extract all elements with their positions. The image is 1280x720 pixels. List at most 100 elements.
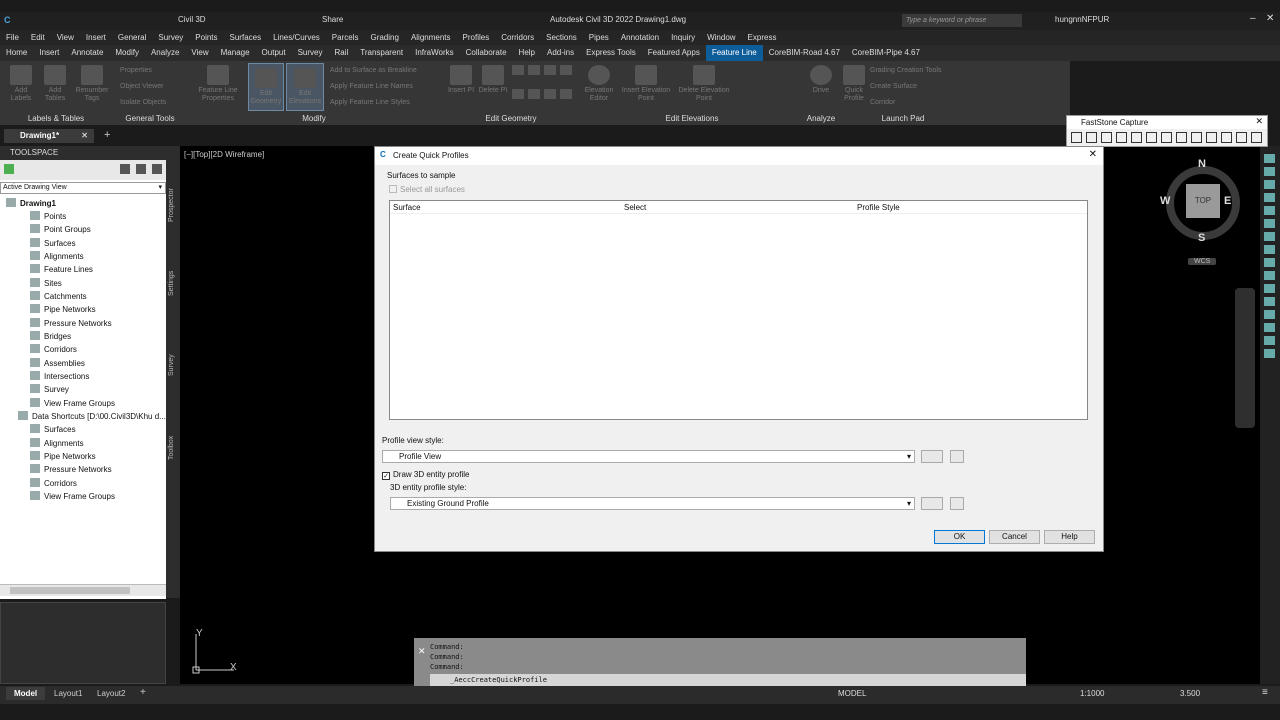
command-input[interactable]: _AeccCreateQuickProfile	[430, 674, 1026, 686]
tool-icon[interactable]	[1264, 154, 1275, 163]
properties-button[interactable]: Properties	[120, 63, 152, 78]
geometry-tool-icon[interactable]	[560, 89, 572, 99]
ok-button[interactable]: OK	[934, 530, 985, 544]
grading-creation-tools-button[interactable]: Grading Creation Tools	[870, 63, 941, 78]
col-surface[interactable]: Surface	[393, 203, 421, 212]
capture-tool-icon[interactable]	[1146, 132, 1157, 143]
capture-tool-icon[interactable]	[1116, 132, 1127, 143]
col-profile-style[interactable]: Profile Style	[857, 203, 900, 212]
tree-sites[interactable]: Sites	[30, 278, 62, 290]
capture-tool-icon[interactable]	[1221, 132, 1232, 143]
tool-icon[interactable]	[1264, 232, 1275, 241]
geometry-tool-icon[interactable]	[544, 89, 556, 99]
viewport-controls[interactable]: [−][Top][2D Wireframe]	[184, 150, 264, 159]
scrollbar-thumb[interactable]	[10, 587, 130, 594]
close-icon[interactable]: ✕	[1266, 13, 1274, 24]
menu-insert[interactable]: Insert	[80, 30, 112, 45]
menu-points[interactable]: Points	[189, 30, 223, 45]
workspace-selector[interactable]: Civil 3D	[178, 15, 206, 24]
tool-icon[interactable]	[1264, 349, 1275, 358]
tab-annotate[interactable]: Annotate	[65, 45, 109, 61]
capture-tool-icon[interactable]	[1236, 132, 1247, 143]
menu-grading[interactable]: Grading	[364, 30, 404, 45]
edit-elevations-button[interactable]: Edit Elevations	[286, 63, 324, 111]
app-logo-icon[interactable]: C	[4, 15, 11, 25]
tab-output[interactable]: Output	[256, 45, 292, 61]
menu-general[interactable]: General	[112, 30, 152, 45]
menu-lines-curves[interactable]: Lines/Curves	[267, 30, 326, 45]
cancel-button[interactable]: Cancel	[989, 530, 1040, 544]
menu-surfaces[interactable]: Surfaces	[224, 30, 268, 45]
menu-annotation[interactable]: Annotation	[615, 30, 665, 45]
drive-button[interactable]: Drive	[808, 65, 834, 95]
tool-icon[interactable]	[1264, 193, 1275, 202]
capture-tool-icon[interactable]	[1086, 132, 1097, 143]
tool-icon[interactable]	[1264, 180, 1275, 189]
pick-style-icon[interactable]	[950, 450, 964, 463]
tab-layout2[interactable]: Layout2	[97, 689, 125, 698]
tab-collaborate[interactable]: Collaborate	[460, 45, 513, 61]
new-tab-icon[interactable]: +	[104, 129, 110, 141]
geometry-tool-icon[interactable]	[512, 89, 524, 99]
add-labels-button[interactable]: Add Labels	[6, 65, 36, 103]
tab-corebim-pipe[interactable]: CoreBIM-Pipe 4.67	[846, 45, 926, 61]
tree-alignments[interactable]: Alignments	[30, 251, 84, 263]
compass-north[interactable]: N	[1198, 158, 1206, 170]
compass-south[interactable]: S	[1198, 232, 1205, 244]
tab-add-ins[interactable]: Add-ins	[541, 45, 580, 61]
panel-labels-tables[interactable]: Labels & Tables	[0, 113, 112, 125]
tab-survey-side[interactable]: Survey	[168, 354, 175, 376]
profile-view-style-dropdown[interactable]: Profile View ▾	[382, 450, 915, 463]
geometry-tool-icon[interactable]	[560, 65, 572, 75]
tree-point-groups[interactable]: Point Groups	[30, 224, 91, 236]
edit-entity-style-icon[interactable]	[921, 497, 943, 510]
panel-modify[interactable]: Modify	[188, 113, 440, 125]
tool-icon[interactable]	[1264, 323, 1275, 332]
create-surface-button[interactable]: Create Surface	[870, 79, 917, 94]
tree-drawing1[interactable]: Drawing1	[6, 198, 56, 210]
capture-tool-icon[interactable]	[1176, 132, 1187, 143]
menu-file[interactable]: File	[0, 30, 25, 45]
object-viewer-button[interactable]: Object Viewer	[120, 79, 163, 94]
minimize-icon[interactable]: –	[1250, 13, 1256, 24]
viewcube-top[interactable]: TOP	[1186, 184, 1220, 218]
tab-modify[interactable]: Modify	[109, 45, 145, 61]
wcs-menu[interactable]: WCS	[1188, 258, 1217, 265]
col-select[interactable]: Select	[624, 203, 646, 212]
menu-alignments[interactable]: Alignments	[405, 30, 457, 45]
tool-icon[interactable]	[1264, 284, 1275, 293]
customization-icon[interactable]: ≡	[1262, 687, 1268, 698]
draw-3d-entity-checkbox[interactable]: ✓ Draw 3D entity profile	[382, 470, 469, 480]
tree-feature-lines[interactable]: Feature Lines	[30, 264, 93, 276]
tree-data-shortcuts[interactable]: Data Shortcuts [D:\00.Civil3D\Khu d...	[18, 411, 166, 423]
tab-home[interactable]: Home	[0, 45, 33, 61]
delete-pi-button[interactable]: Delete PI	[478, 65, 508, 95]
tree-pipe-networks[interactable]: Pipe Networks	[30, 304, 96, 316]
capture-tool-icon[interactable]	[1161, 132, 1172, 143]
isolate-objects-button[interactable]: Isolate Objects	[120, 95, 166, 110]
tab-analyze[interactable]: Analyze	[145, 45, 185, 61]
tree-points[interactable]: Points	[30, 211, 66, 223]
capture-tool-icon[interactable]	[1191, 132, 1202, 143]
panel-analyze[interactable]: Analyze	[804, 113, 838, 125]
tab-survey[interactable]: Survey	[292, 45, 329, 61]
geometry-tool-icon[interactable]	[512, 65, 524, 75]
tab-prospector[interactable]: Prospector	[168, 188, 175, 222]
menu-express[interactable]: Express	[742, 30, 783, 45]
panel-edit-elevations[interactable]: Edit Elevations	[580, 113, 804, 125]
tree-catchments[interactable]: Catchments	[30, 291, 87, 303]
close-command-icon[interactable]: ✕	[418, 646, 426, 657]
capture-tool-icon[interactable]	[1101, 132, 1112, 143]
tab-toolbox[interactable]: Toolbox	[168, 436, 175, 460]
tab-express-tools[interactable]: Express Tools	[580, 45, 642, 61]
tool-icon[interactable]	[1264, 336, 1275, 345]
compass-west[interactable]: W	[1160, 195, 1170, 207]
close-tab-icon[interactable]: ✕	[81, 129, 88, 143]
corridor-button[interactable]: Corridor	[870, 95, 895, 110]
tab-infraworks[interactable]: InfraWorks	[409, 45, 460, 61]
tab-settings[interactable]: Settings	[168, 271, 175, 296]
capture-tool-icon[interactable]	[1206, 132, 1217, 143]
panel-edit-geometry[interactable]: Edit Geometry	[442, 113, 580, 125]
tree-ds-corridors[interactable]: Corridors	[30, 478, 77, 490]
tree-survey[interactable]: Survey	[30, 384, 69, 396]
